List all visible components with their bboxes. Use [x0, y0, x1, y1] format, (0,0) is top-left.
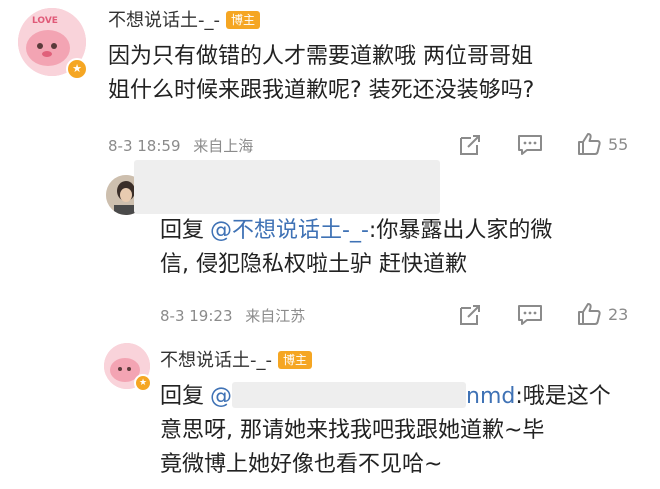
reply1-meta: 8-3 19:23 来自江苏 [160, 305, 305, 326]
comment-button[interactable] [517, 133, 543, 157]
blurred-mention [232, 382, 467, 408]
reply1-location: 来自江苏 [245, 307, 306, 325]
comment-meta: 8-3 18:59 来自上海 [108, 135, 253, 156]
share-button[interactable] [458, 133, 482, 157]
comment-text-line1: 因为只有做错的人才需要道歉哦 两位哥哥姐 [108, 44, 533, 69]
reply2-text: 回复 @ nmd:哦是这个 意思呀, 那请她来找我吧我跟她道歉~毕 竟微博上她好像也… [160, 380, 655, 482]
reply1-date: 8-3 19:23 [160, 307, 233, 325]
reply2-text-line1: 回复 @ nmd:哦是这个 [160, 380, 655, 414]
reply-label: 回复 [160, 218, 205, 243]
like-icon [578, 133, 601, 155]
reply1-share-button[interactable] [458, 303, 482, 327]
avatar-text: LOVE [32, 16, 58, 26]
like-icon [578, 303, 601, 325]
like-count: 55 [608, 134, 629, 154]
author-badge: 博主 [226, 11, 261, 29]
reply1-like-count: 23 [608, 304, 629, 324]
comment-icon [518, 305, 542, 325]
reply2-mention-prefix[interactable]: @ [210, 384, 232, 409]
author-name[interactable]: 不想说话土-_- [108, 10, 220, 31]
share-icon [460, 305, 480, 325]
mention-link[interactable]: @不想说话土-_- [210, 218, 369, 243]
avatar-star-badge-icon: ★ [66, 58, 88, 80]
reply2-text-line3: 竟微博上她好像也看不见哈~ [160, 452, 443, 477]
reply2-text-line2: 意思呀, 那请她来找我吧我跟她道歉~毕 [160, 418, 545, 443]
share-icon [460, 135, 480, 155]
like-button[interactable]: 55 [576, 131, 628, 157]
comment-date: 8-3 18:59 [108, 137, 181, 155]
reply2-author-name[interactable]: 不想说话土-_- [160, 350, 272, 371]
reply2-mention-suffix[interactable]: nmd [466, 384, 515, 409]
comment-author[interactable]: 不想说话土-_- 博主 [108, 6, 261, 32]
reply2-label: 回复 [160, 384, 205, 409]
avatar-star-badge-icon: ★ [134, 374, 152, 392]
reply1-comment-button[interactable] [517, 303, 543, 327]
comment-location: 来自上海 [193, 137, 254, 155]
blurred-username [134, 160, 440, 214]
reply1-text-first: :你暴露出人家的微 [368, 218, 553, 243]
reply2-author-badge: 博主 [278, 351, 313, 369]
reply1-text-line1: 回复 @不想说话土-_-:你暴露出人家的微 [160, 214, 655, 248]
reply1-like-button[interactable]: 23 [576, 301, 628, 327]
reply2-text-first: :哦是这个 [515, 384, 611, 409]
reply1-text-line2: 信, 侵犯隐私权啦土驴 赶快道歉 [160, 252, 467, 277]
comment-text: 因为只有做错的人才需要道歉哦 两位哥哥姐 姐什么时候来跟我道歉呢? 装死还没装够… [108, 40, 653, 108]
comment-text-line2: 姐什么时候来跟我道歉呢? 装死还没装够吗? [108, 78, 535, 103]
reply2-author[interactable]: 不想说话土-_- 博主 [160, 346, 313, 372]
comment-icon [518, 135, 542, 155]
reply1-text: 回复 @不想说话土-_-:你暴露出人家的微 信, 侵犯隐私权啦土驴 赶快道歉 [160, 214, 655, 282]
